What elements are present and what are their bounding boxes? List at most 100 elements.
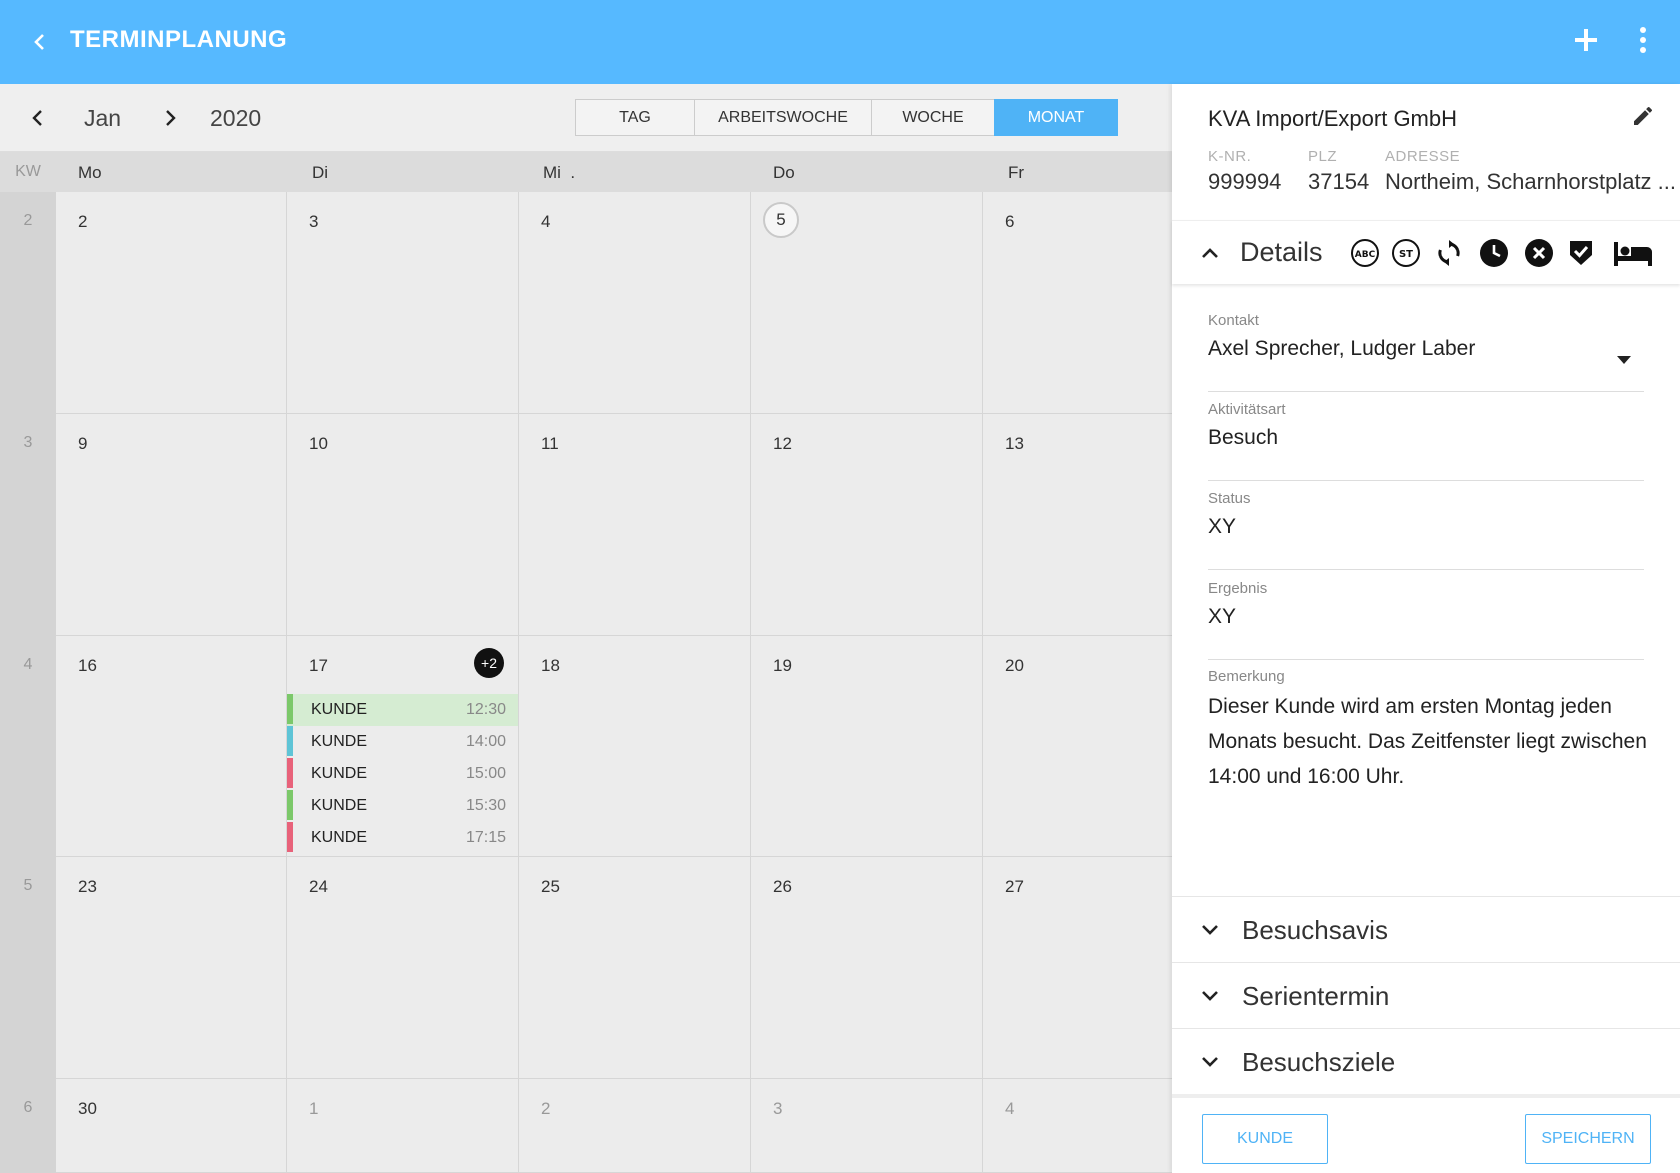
- day-cell[interactable]: 10: [287, 414, 519, 636]
- cancel-circle-icon[interactable]: [1523, 237, 1555, 269]
- day-cell[interactable]: 24: [287, 857, 519, 1079]
- meta-value: 999994: [1208, 169, 1282, 194]
- page-title: TERMINPLANUNG: [70, 26, 288, 53]
- company-name: KVA Import/Export GmbH: [1208, 106, 1458, 131]
- kw-number: 2: [23, 212, 33, 229]
- sync-icon[interactable]: [1433, 237, 1465, 269]
- add-button[interactable]: [1568, 22, 1604, 58]
- day-number: 4: [1005, 1099, 1015, 1118]
- view-woche-button[interactable]: WOCHE: [871, 99, 995, 136]
- details-label: Details: [1240, 237, 1323, 267]
- dropdown-arrow-icon[interactable]: [1612, 348, 1636, 372]
- view-tag-button[interactable]: TAG: [575, 99, 695, 136]
- event-item[interactable]: KUNDE 15:30: [287, 790, 518, 822]
- next-month-button[interactable]: [152, 100, 188, 136]
- day-number: 23: [78, 877, 97, 896]
- field-label: Aktivitätsart: [1208, 401, 1286, 418]
- day-cell[interactable]: 4: [983, 1079, 1172, 1173]
- section-label: Serientermin: [1242, 981, 1390, 1011]
- kunde-button[interactable]: KUNDE: [1202, 1114, 1328, 1164]
- edit-button[interactable]: [1625, 98, 1661, 134]
- day-cell[interactable]: 27: [983, 857, 1172, 1079]
- more-menu-button[interactable]: [1625, 22, 1661, 58]
- day-cell[interactable]: 9: [56, 414, 287, 636]
- day-cell[interactable]: 23: [56, 857, 287, 1079]
- view-arbeitswoche-button[interactable]: ARBEITSWOCHE: [694, 99, 872, 136]
- day-number: 26: [773, 877, 792, 896]
- st-circle-icon[interactable]: ST: [1390, 237, 1422, 269]
- day-cell[interactable]: 4: [519, 192, 751, 414]
- status-field[interactable]: Status XY: [1208, 490, 1644, 570]
- day-cell[interactable]: 2: [56, 192, 287, 414]
- event-name: KUNDE: [311, 829, 368, 846]
- day-cell[interactable]: 19: [751, 636, 983, 857]
- event-item[interactable]: KUNDE 17:15: [287, 822, 518, 854]
- day-number: 2: [541, 1099, 551, 1118]
- event-color-bar: [287, 822, 293, 852]
- weekday-label: Mi .: [543, 163, 576, 182]
- day-cell[interactable]: 25: [519, 857, 751, 1079]
- bed-icon[interactable]: [1612, 237, 1654, 269]
- day-cell[interactable]: 18: [519, 636, 751, 857]
- day-cell[interactable]: 6: [983, 192, 1172, 414]
- svg-text:ABC: ABC: [1355, 250, 1376, 260]
- event-item[interactable]: KUNDE 12:30: [287, 694, 518, 726]
- shield-check-icon[interactable]: [1565, 237, 1597, 269]
- day-number: 10: [309, 434, 328, 453]
- day-cell[interactable]: 30: [56, 1079, 287, 1173]
- chevron-down-icon: [1192, 978, 1228, 1014]
- panel-footer: KUNDE SPEICHERN: [1172, 1094, 1680, 1173]
- section-label: Besuchsavis: [1242, 915, 1388, 945]
- appointment-panel: KVA Import/Export GmbH K-NR. 999994 PLZ …: [1172, 84, 1680, 1173]
- svg-text:ST: ST: [1399, 249, 1413, 260]
- day-cell[interactable]: 2: [519, 1079, 751, 1173]
- meta-label: ADRESSE: [1385, 148, 1461, 165]
- kw-column: 2 3 4 5 6: [0, 192, 56, 1173]
- day-number: 30: [78, 1099, 97, 1118]
- view-monat-button[interactable]: MONAT: [994, 99, 1118, 136]
- event-color-bar: [287, 790, 293, 820]
- section-besuchsavis[interactable]: Besuchsavis: [1172, 896, 1680, 962]
- weekday-label: Fr: [1008, 163, 1025, 182]
- section-serientermin[interactable]: Serientermin: [1172, 962, 1680, 1028]
- event-name: KUNDE: [311, 733, 368, 750]
- day-cell[interactable]: 3: [751, 1079, 983, 1173]
- event-time: 15:30: [465, 797, 506, 814]
- event-color-bar: [287, 758, 293, 788]
- event-item[interactable]: KUNDE 14:00: [287, 726, 518, 758]
- weekday-header: KW Mo Di Mi . Do Fr: [0, 152, 1172, 192]
- kw-number: 4: [23, 656, 33, 673]
- speichern-button[interactable]: SPEICHERN: [1525, 1114, 1651, 1164]
- day-cell[interactable]: 13: [983, 414, 1172, 636]
- previous-month-button[interactable]: [20, 100, 56, 136]
- details-collapse-button[interactable]: [1192, 235, 1228, 271]
- field-value: Dieser Kunde wird am ersten Montag jeden…: [1208, 695, 1647, 788]
- day-cell[interactable]: 3: [287, 192, 519, 414]
- abc-circle-icon[interactable]: ABC: [1349, 237, 1381, 269]
- clock-icon[interactable]: [1478, 237, 1510, 269]
- field-value: Axel Sprecher, Ludger Laber: [1208, 337, 1476, 360]
- day-cell[interactable]: 5: [751, 192, 983, 414]
- chevron-down-icon: [1192, 1044, 1228, 1080]
- day-cell[interactable]: 20: [983, 636, 1172, 857]
- app-bar: TERMINPLANUNG: [0, 0, 1680, 84]
- section-besuchsziele[interactable]: Besuchsziele: [1172, 1028, 1680, 1094]
- ergebnis-field[interactable]: Ergebnis XY: [1208, 580, 1644, 660]
- aktivitaetsart-field[interactable]: Aktivitätsart Besuch: [1208, 401, 1644, 481]
- event-list: KUNDE 12:30 KUNDE 14:00 KUNDE 15:00 KUNDE 15:30…: [287, 694, 518, 854]
- day-cell[interactable]: 17 +2 KUNDE 12:30 KUNDE 14:00 KUNDE 15:00 KUNDE 1…: [287, 636, 519, 857]
- day-cell[interactable]: 12: [751, 414, 983, 636]
- back-button[interactable]: [22, 24, 58, 60]
- meta-value: 37154: [1308, 169, 1370, 194]
- event-item[interactable]: KUNDE 15:00: [287, 758, 518, 790]
- field-label: Kontakt: [1208, 312, 1259, 329]
- weekday-label: Mo: [78, 163, 102, 182]
- day-cell[interactable]: 16: [56, 636, 287, 857]
- day-cell[interactable]: 1: [287, 1079, 519, 1173]
- day-number: 11: [541, 434, 559, 453]
- day-cell[interactable]: 26: [751, 857, 983, 1079]
- day-cell[interactable]: 11: [519, 414, 751, 636]
- bemerkung-field[interactable]: Bemerkung Dieser Kunde wird am ersten Mo…: [1208, 668, 1648, 794]
- kontakt-field[interactable]: Kontakt Axel Sprecher, Ludger Laber: [1208, 312, 1644, 392]
- more-events-badge[interactable]: +2: [474, 648, 504, 678]
